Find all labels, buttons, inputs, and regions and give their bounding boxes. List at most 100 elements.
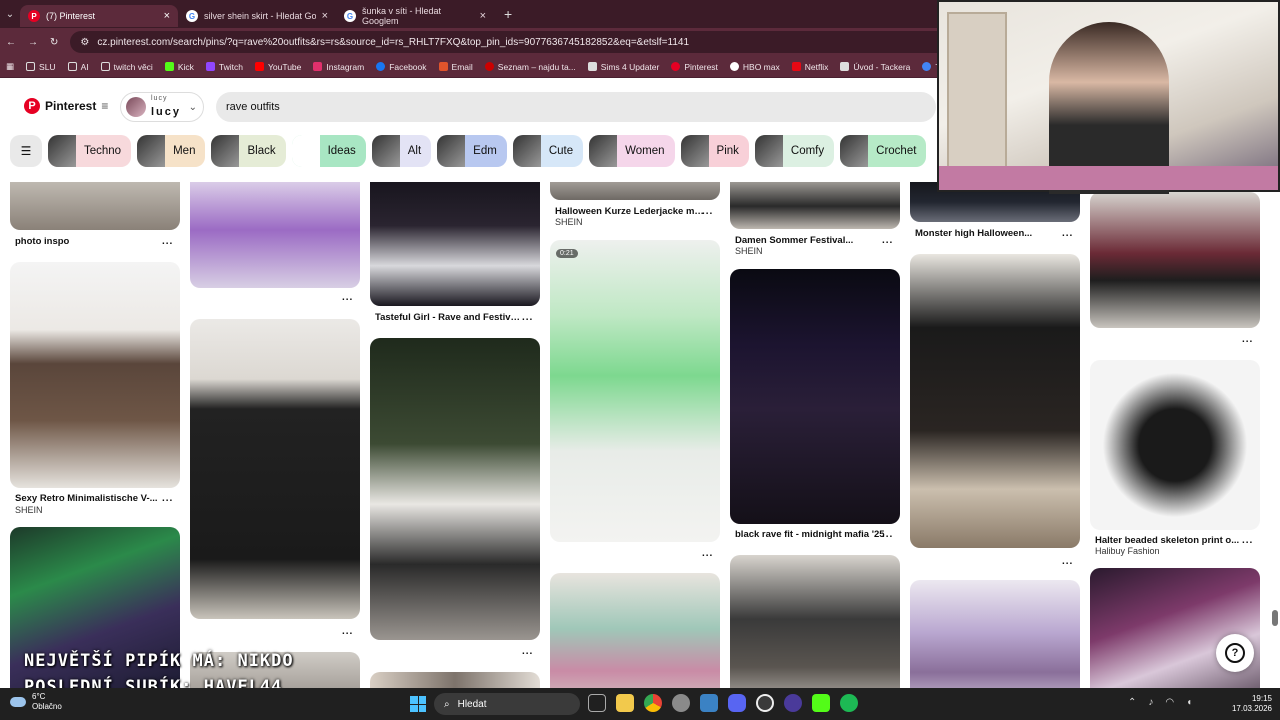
chip-pink[interactable]: Pink	[680, 135, 749, 167]
microphone-icon[interactable]: ♪	[1148, 697, 1153, 708]
more-options-icon[interactable]: ...	[882, 529, 893, 540]
more-options-icon[interactable]: ...	[522, 646, 533, 657]
back-icon[interactable]: ←	[6, 37, 16, 48]
photos-icon[interactable]	[700, 694, 718, 712]
pin-source[interactable]: SHEIN	[735, 246, 763, 256]
pin-title[interactable]: Sexy Retro Minimalistische V-...	[15, 493, 165, 504]
chip-ideas[interactable]: Ideas	[291, 135, 366, 167]
pin-source[interactable]: SHEIN	[15, 505, 43, 515]
chip-edm[interactable]: Edm	[437, 135, 507, 167]
pin-image[interactable]	[910, 580, 1080, 688]
pin-image[interactable]	[550, 182, 720, 200]
bookmark-folder[interactable]: twitch věci	[100, 62, 153, 72]
forward-icon[interactable]: →	[28, 37, 38, 48]
file-explorer-icon[interactable]	[616, 694, 634, 712]
pin-title[interactable]: black rave fit - midnight mafia '25	[735, 529, 885, 540]
pin-image[interactable]	[730, 182, 900, 229]
bookmark-link[interactable]: HBO max	[729, 62, 780, 72]
new-tab-icon[interactable]: +	[504, 6, 512, 22]
chip-women[interactable]: Women	[589, 135, 675, 167]
more-options-icon[interactable]: ...	[342, 626, 353, 637]
bookmark-link[interactable]: Twitch	[205, 62, 243, 72]
bookmark-link[interactable]: Sims 4 Updater	[587, 62, 659, 72]
close-tab-icon[interactable]: ×	[480, 10, 486, 22]
tab-google-sunka[interactable]: G šunka v síti - Hledat Googlem ×	[336, 5, 494, 27]
site-info-icon[interactable]: ⚙	[80, 37, 89, 48]
page-scrollbar-thumb[interactable]	[1272, 610, 1278, 626]
pin-image[interactable]	[550, 573, 720, 688]
task-view-icon[interactable]	[588, 694, 606, 712]
bookmark-link[interactable]: Úvod - Tackera	[840, 62, 910, 72]
more-options-icon[interactable]: ...	[162, 236, 173, 247]
taskbar-clock[interactable]: 19:15 17.03.2026	[1228, 694, 1272, 714]
more-options-icon[interactable]: ...	[882, 235, 893, 246]
more-options-icon[interactable]: ...	[702, 206, 713, 217]
bookmark-folder[interactable]: SLU	[26, 62, 56, 72]
more-options-icon[interactable]: ...	[1062, 228, 1073, 239]
pin-image[interactable]	[190, 182, 360, 288]
more-options-icon[interactable]: ...	[1242, 334, 1253, 345]
spotify-icon[interactable]	[840, 694, 858, 712]
chip-cute[interactable]: Cute	[512, 135, 584, 167]
pin-video[interactable]	[550, 240, 720, 542]
pin-title[interactable]: Halter beaded skeleton print o...	[1095, 535, 1245, 546]
chevron-up-icon[interactable]: ⌃	[1128, 697, 1136, 708]
more-options-icon[interactable]: ...	[342, 292, 353, 303]
bookmark-link[interactable]: Kick	[164, 62, 194, 72]
chrome-icon[interactable]	[644, 694, 662, 712]
pin-title[interactable]: Halloween Kurze Lederjacke mit...	[555, 206, 705, 217]
streamlabs-icon[interactable]	[756, 694, 774, 712]
account-switcher[interactable]: lucy lucy ⌄	[120, 92, 204, 122]
settings-gear-icon[interactable]	[672, 694, 690, 712]
windows-start-icon[interactable]	[410, 696, 426, 712]
more-options-icon[interactable]: ...	[702, 548, 713, 559]
bookmark-link[interactable]: Seznam – najdu ta...	[484, 62, 576, 72]
pin-source[interactable]: SHEIN	[555, 217, 583, 227]
kick-app-icon[interactable]	[812, 694, 830, 712]
pin-image[interactable]	[370, 672, 540, 688]
pinterest-logo[interactable]: P Pinterest ≡	[24, 98, 108, 114]
search-input[interactable]: rave outfits	[216, 92, 936, 122]
pin-title[interactable]: Damen Sommer Festival...	[735, 235, 885, 246]
discord-icon[interactable]	[728, 694, 746, 712]
weather-widget[interactable]: 6°C Oblačno	[10, 692, 62, 712]
close-tab-icon[interactable]: ×	[322, 10, 328, 22]
chip-techno[interactable]: Techno	[48, 135, 132, 167]
help-button[interactable]: ?	[1216, 634, 1254, 672]
chip-alt[interactable]: Alt	[371, 135, 432, 167]
chip-men[interactable]: Men	[137, 135, 206, 167]
volume-icon[interactable]: ◖	[1186, 697, 1192, 708]
more-options-icon[interactable]: ...	[522, 312, 533, 323]
apps-grid-icon[interactable]: ▦	[6, 61, 14, 72]
more-options-icon[interactable]: ...	[1242, 535, 1253, 546]
pin-image[interactable]	[10, 182, 180, 230]
pin-image[interactable]	[730, 269, 900, 524]
pin-image[interactable]	[370, 338, 540, 640]
bookmark-link[interactable]: YouTube	[254, 62, 301, 72]
obs-icon[interactable]	[784, 694, 802, 712]
pin-image[interactable]	[10, 262, 180, 488]
pin-image[interactable]	[370, 182, 540, 306]
filter-button[interactable]: ☰	[10, 135, 42, 167]
pin-image[interactable]	[1090, 192, 1260, 328]
pin-image[interactable]	[190, 319, 360, 619]
pin-image[interactable]	[1090, 360, 1260, 530]
tab-pinterest[interactable]: P (7) Pinterest ×	[20, 5, 178, 27]
reload-icon[interactable]: ↻	[50, 37, 58, 48]
pin-source[interactable]: Halibuy Fashion	[1095, 546, 1160, 556]
bookmark-link[interactable]: Netflix	[791, 62, 828, 72]
more-options-icon[interactable]: ...	[162, 493, 173, 504]
bookmark-folder[interactable]: AI	[67, 62, 89, 72]
bookmark-link[interactable]: Facebook	[376, 62, 427, 72]
tab-google-skirt[interactable]: G silver shein skirt - Hledat Googl ×	[178, 5, 336, 27]
bookmark-link[interactable]: Pinterest	[671, 62, 718, 72]
taskbar-search[interactable]: ⌕ Hledat	[434, 693, 580, 715]
chip-comfy[interactable]: Comfy	[754, 135, 835, 167]
pin-title[interactable]: photo inspo	[15, 236, 165, 247]
more-options-icon[interactable]: ...	[1062, 556, 1073, 567]
pin-image[interactable]	[910, 254, 1080, 548]
bookmark-link[interactable]: Email	[438, 62, 473, 72]
tab-search-chevron-icon[interactable]: ⌄	[0, 9, 20, 20]
pin-title[interactable]: Monster high Halloween...	[915, 228, 1065, 239]
close-tab-icon[interactable]: ×	[164, 10, 170, 22]
